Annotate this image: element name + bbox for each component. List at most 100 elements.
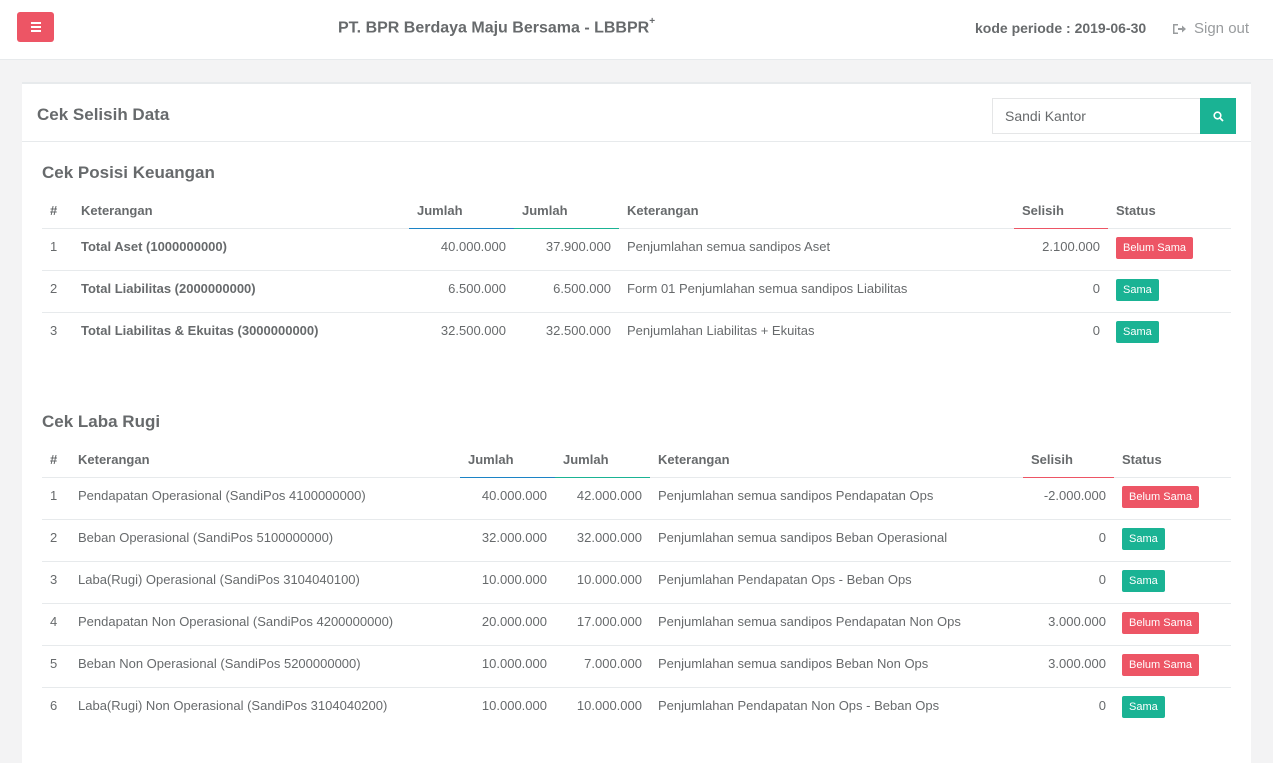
menu-toggle-button[interactable]	[17, 12, 54, 42]
row-jumlah-2: 32.000.000	[555, 519, 650, 562]
row-keterangan: Laba(Rugi) Operasional (SandiPos 3104040…	[70, 561, 460, 604]
col-header-keterangan: Keterangan	[73, 194, 409, 229]
status-badge: Sama	[1116, 320, 1159, 343]
sign-out-link[interactable]: Sign out	[1173, 20, 1249, 37]
laba-rugi-table: # Keterangan Jumlah Jumlah Keterangan Se…	[42, 443, 1231, 729]
row-jumlah-2: 17.000.000	[555, 603, 650, 646]
hamburger-icon	[30, 22, 41, 32]
row-no: 2	[42, 519, 70, 562]
row-keterangan-2: Penjumlahan semua sandipos Beban Non Ops	[650, 645, 1023, 688]
panel-title: Cek Selisih Data	[37, 105, 170, 124]
row-keterangan: Total Liabilitas & Ekuitas (3000000000)	[81, 322, 319, 338]
row-jumlah-1: 32.000.000	[460, 519, 555, 562]
row-keterangan-2: Penjumlahan Pendapatan Ops - Beban Ops	[650, 561, 1023, 604]
table-row: 3 Total Liabilitas & Ekuitas (3000000000…	[42, 312, 1231, 354]
row-selisih: 0	[1023, 519, 1114, 562]
row-status: Sama	[1114, 687, 1231, 729]
row-jumlah-1: 10.000.000	[460, 645, 555, 688]
row-keterangan: Total Aset (1000000000)	[73, 228, 409, 271]
row-status: Belum Sama	[1114, 603, 1231, 646]
table-header-row: # Keterangan Jumlah Jumlah Keterangan Se…	[42, 443, 1231, 478]
status-badge: Belum Sama	[1122, 653, 1199, 676]
top-navbar: PT. BPR Berdaya Maju Bersama - LBBPR+ ko…	[0, 0, 1273, 60]
status-badge: Sama	[1122, 527, 1165, 550]
row-keterangan: Laba(Rugi) Non Operasional (SandiPos 310…	[78, 697, 388, 713]
col-header-jumlah-2: Jumlah	[514, 194, 619, 229]
row-no: 4	[42, 603, 70, 646]
row-status: Sama	[1108, 312, 1231, 354]
row-keterangan: Total Liabilitas (2000000000)	[73, 270, 409, 313]
content-panel: Cek Selisih Data Cek Posisi Keuangan # K…	[22, 82, 1251, 763]
row-jumlah-1: 40.000.000	[409, 228, 514, 271]
row-keterangan-2: Form 01 Penjumlahan semua sandipos Liabi…	[619, 270, 1014, 313]
sign-out-label: Sign out	[1194, 20, 1250, 37]
row-jumlah-2: 10.000.000	[555, 561, 650, 604]
row-selisih: 2.100.000	[1014, 228, 1108, 271]
sandi-kantor-input[interactable]	[992, 98, 1201, 134]
row-jumlah-1: 6.500.000	[409, 270, 514, 313]
table-row: 1 Pendapatan Operasional (SandiPos 41000…	[42, 477, 1231, 520]
row-jumlah-2: 6.500.000	[514, 270, 619, 313]
row-status: Belum Sama	[1114, 645, 1231, 688]
col-header-jumlah-1: Jumlah	[409, 194, 514, 229]
row-keterangan-2: Penjumlahan semua sandipos Beban Operasi…	[650, 519, 1023, 562]
row-selisih: 3.000.000	[1023, 645, 1114, 688]
app-title-text: PT. BPR Berdaya Maju Bersama - LBBPR	[338, 19, 650, 37]
status-badge: Belum Sama	[1122, 485, 1199, 508]
row-selisih: 0	[1014, 270, 1108, 313]
table-row: 6 Laba(Rugi) Non Operasional (SandiPos 3…	[42, 687, 1231, 729]
posisi-table: # Keterangan Jumlah Jumlah Keterangan Se…	[42, 194, 1231, 354]
row-keterangan-2: Penjumlahan semua sandipos Aset	[619, 228, 1014, 271]
status-badge: Belum Sama	[1116, 236, 1193, 259]
row-jumlah-1: 20.000.000	[460, 603, 555, 646]
row-selisih: 0	[1092, 322, 1100, 338]
table-row: 5 Beban Non Operasional (SandiPos 520000…	[42, 645, 1231, 688]
panel-header: Cek Selisih Data	[22, 84, 1251, 142]
col-header-jumlah-1: Jumlah	[460, 443, 555, 478]
row-selisih: -2.000.000	[1023, 477, 1114, 520]
row-no: 1	[42, 228, 73, 271]
status-badge: Sama	[1122, 569, 1165, 592]
row-selisih: 3.000.000	[1023, 603, 1114, 646]
row-keterangan-2: Penjumlahan Liabilitas + Ekuitas	[627, 322, 815, 338]
row-keterangan: Pendapatan Operasional (SandiPos 4100000…	[70, 477, 460, 520]
section-title-laba: Cek Laba Rugi	[42, 412, 161, 431]
col-header-selisih: Selisih	[1014, 194, 1108, 229]
row-jumlah-2: 42.000.000	[555, 477, 650, 520]
row-status: Sama	[1114, 519, 1231, 562]
periode-label: kode periode : 2019-06-30	[975, 20, 1147, 36]
col-header-keterangan-2: Keterangan	[650, 443, 1023, 478]
row-jumlah-2: 32.500.000	[545, 322, 611, 338]
row-jumlah-1: 10.000.000	[481, 697, 547, 713]
col-header-selisih: Selisih	[1023, 443, 1114, 478]
row-keterangan-2: Penjumlahan Pendapatan Non Ops - Beban O…	[658, 697, 940, 713]
row-status: Belum Sama	[1114, 477, 1231, 520]
row-selisih: 0	[1023, 561, 1114, 604]
status-badge: Sama	[1116, 278, 1159, 301]
row-keterangan: Beban Operasional (SandiPos 5100000000)	[70, 519, 460, 562]
app-title: PT. BPR Berdaya Maju Bersama - LBBPR+	[338, 16, 656, 37]
row-no: 2	[42, 270, 73, 313]
col-header-no: #	[42, 194, 73, 229]
sign-out-icon	[1173, 23, 1186, 34]
search-button[interactable]	[1200, 98, 1236, 134]
row-jumlah-2: 10.000.000	[576, 697, 642, 713]
row-jumlah-2: 7.000.000	[555, 645, 650, 688]
section-title-posisi: Cek Posisi Keuangan	[42, 163, 215, 182]
row-no: 5	[42, 645, 70, 688]
col-header-status: Status	[1114, 443, 1231, 478]
row-status: Sama	[1114, 561, 1231, 604]
table-row: 2 Total Liabilitas (2000000000) 6.500.00…	[42, 270, 1231, 313]
row-status: Sama	[1108, 270, 1231, 313]
app-title-sup: +	[649, 16, 656, 27]
table-header-row: # Keterangan Jumlah Jumlah Keterangan Se…	[42, 194, 1231, 229]
row-no: 1	[42, 477, 70, 520]
row-keterangan-2: Penjumlahan semua sandipos Pendapatan Op…	[650, 477, 1023, 520]
search-icon	[1212, 110, 1224, 122]
col-header-keterangan: Keterangan	[70, 443, 460, 478]
row-jumlah-1: 40.000.000	[460, 477, 555, 520]
status-badge: Sama	[1122, 695, 1165, 718]
row-jumlah-2: 37.900.000	[514, 228, 619, 271]
row-keterangan: Pendapatan Non Operasional (SandiPos 420…	[70, 603, 460, 646]
row-keterangan: Beban Non Operasional (SandiPos 52000000…	[70, 645, 460, 688]
